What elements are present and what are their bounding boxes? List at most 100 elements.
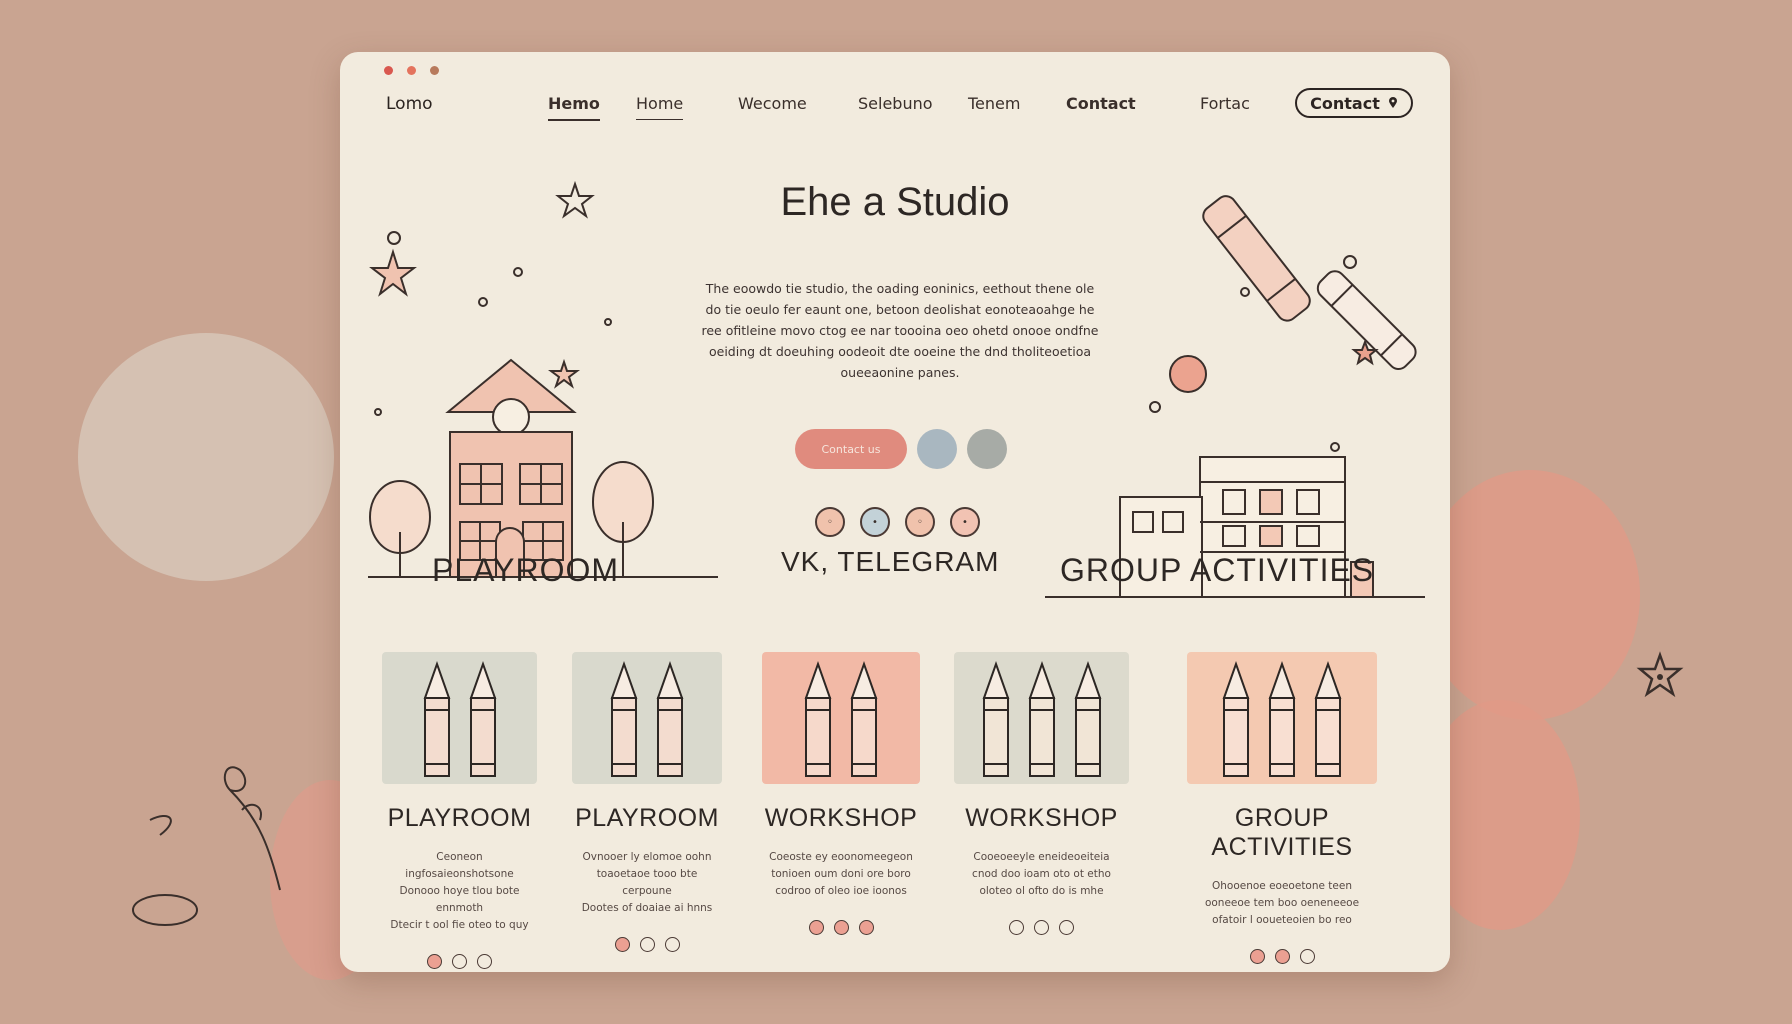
star-icon[interactable] — [808, 920, 824, 935]
branch-decoration-icon — [132, 766, 281, 926]
dot-icon[interactable] — [664, 937, 680, 952]
window-controls — [384, 66, 439, 75]
crayon-icon — [804, 660, 832, 777]
eye-icon[interactable] — [639, 937, 655, 952]
background-blob — [78, 333, 334, 581]
star-icon[interactable] — [614, 937, 630, 952]
crayon-icon — [1268, 660, 1296, 777]
dot-icon[interactable] — [477, 954, 492, 969]
crayon-icon — [423, 660, 450, 777]
card-desc-line: ofatoir l ooueteoien bo reo — [1212, 914, 1352, 926]
card-desc-line: ooneeoe tem boo oeneneeoe — [1204, 897, 1360, 909]
card-icons — [572, 937, 722, 952]
eye-icon[interactable] — [1274, 949, 1290, 964]
heart-icon[interactable]: ◦ — [905, 507, 935, 537]
star-decoration-icon — [1636, 651, 1684, 698]
browser-window: Lomo Hemo Home Wecome Selebuno Tenem Con… — [340, 52, 1450, 972]
circle-button-blue[interactable] — [917, 429, 957, 469]
nav-item-wecome[interactable]: Wecome — [738, 94, 807, 113]
nav-item-tenem[interactable]: Tenem — [968, 94, 1020, 113]
label-vk-telegram: VK, TELEGRAM — [781, 546, 1000, 577]
card-title: PLAYROOM — [575, 804, 719, 832]
star-icon[interactable]: • — [950, 507, 980, 537]
nav-item-home[interactable]: Home — [636, 94, 684, 120]
house-illustration — [368, 180, 718, 578]
close-window-button[interactable] — [384, 66, 393, 75]
crayon-icon — [656, 660, 684, 777]
card-desc-line: tonioen oum doni ore boro — [771, 868, 911, 880]
dot-icon[interactable] — [858, 920, 874, 935]
crayons-image — [762, 652, 920, 784]
card-icons — [1162, 949, 1402, 964]
card-icons — [954, 920, 1129, 935]
background-blob — [1420, 470, 1640, 720]
nav-item-hemo[interactable]: Hemo — [548, 94, 600, 121]
contact-button-label: Contact — [1310, 93, 1380, 113]
card-desc-line: Donooo hoye tlou bote ennmoth — [399, 885, 520, 914]
crayon-icon — [610, 660, 638, 777]
card-desc-line: oloteo ol ofto do is mhe — [979, 885, 1104, 897]
nav-item-selebuno[interactable]: Selebuno — [858, 94, 933, 113]
card-description: Ceoneon ingfosaieonshotsone Donooo hoye … — [382, 849, 537, 934]
eye-icon[interactable]: ◦ — [815, 507, 845, 537]
maximize-window-button[interactable] — [430, 66, 439, 75]
eye-icon[interactable] — [1034, 920, 1049, 935]
card-desc-line: Dootes of doaiae ai hnns — [581, 902, 713, 914]
crayon-icon — [1028, 660, 1055, 777]
card-description: Coeoste ey eoonomeegeon tonioen oum doni… — [762, 849, 920, 900]
card-desc-line: Ovnooer ly elomoe oohn — [582, 851, 712, 863]
activity-card[interactable]: WORKSHOP Cooeoeeyle eneideoeiteia cnod d… — [954, 652, 1129, 935]
crayons-image — [382, 652, 537, 784]
card-desc-line: Dtecir t ool fie oteo to quy — [390, 919, 529, 931]
activity-card[interactable]: WORKSHOP Coeoste ey eoonomeegeon tonioen… — [762, 652, 920, 935]
dot-icon[interactable]: • — [860, 507, 890, 537]
circle-button-grey[interactable] — [967, 429, 1007, 469]
school-building-illustration — [1045, 195, 1425, 598]
card-desc-line: codroo of oleo ioe ioonos — [775, 885, 907, 897]
crayon-icon — [1222, 660, 1250, 777]
crayon-icon — [850, 660, 878, 777]
star-icon[interactable] — [427, 954, 442, 969]
crayon-icon — [1074, 660, 1101, 777]
eye-icon[interactable] — [833, 920, 849, 935]
crayons-image — [572, 652, 722, 784]
crayon-icon — [982, 660, 1009, 777]
activity-card[interactable]: PLAYROOM Ovnooer ly elomoe oohn toaoetao… — [572, 652, 722, 952]
nav-item-contact[interactable]: Contact — [1066, 94, 1136, 113]
card-desc-line: cnod doo ioam oto ot etho — [972, 868, 1111, 880]
hero-description: The eoowdo tie studio, the oading eonini… — [701, 281, 1099, 380]
brand-logo[interactable]: Lomo — [386, 94, 433, 114]
card-desc-line: Ceoneon ingfosaieonshotsone — [405, 851, 514, 880]
card-description: Ohooenoe eoeoetone teen ooneeoe tem boo … — [1162, 878, 1402, 929]
card-desc-line: toaoetaoe tooo bte cerpoune — [596, 868, 698, 897]
crayons-image — [954, 652, 1129, 784]
nav-item-fortac[interactable]: Fortac — [1200, 94, 1250, 113]
label-group-activities: GROUP ACTIVITIES — [1060, 552, 1375, 588]
card-desc-line: Ohooenoe eoeoetone teen — [1211, 880, 1353, 892]
activity-cards: PLAYROOM Ceoneon ingfosaieonshotsone Don… — [382, 652, 1412, 969]
star-icon[interactable] — [1249, 949, 1265, 964]
activity-card[interactable]: PLAYROOM Ceoneon ingfosaieonshotsone Don… — [382, 652, 537, 969]
crayon-icon — [1314, 660, 1342, 777]
card-icons — [762, 920, 920, 935]
label-playroom: PLAYROOM — [432, 552, 619, 588]
primary-cta-button[interactable]: Contact us — [795, 429, 907, 469]
crayon-icon — [469, 660, 496, 777]
social-links: ◦ • ◦ • — [815, 507, 980, 537]
card-title: WORKSHOP — [965, 804, 1118, 832]
location-pin-icon — [1388, 97, 1397, 108]
activity-card[interactable]: GROUP ACTIVITIES Ohooenoe eoeoetone teen… — [1162, 652, 1402, 964]
card-description: Cooeoeeyle eneideoeiteia cnod doo ioam o… — [954, 849, 1129, 900]
hero-actions: Contact us — [795, 429, 1007, 469]
eye-icon[interactable] — [452, 954, 467, 969]
dot-icon[interactable] — [1059, 920, 1074, 935]
dot-icon[interactable] — [1299, 949, 1315, 964]
card-desc-line: Coeoste ey eoonomeegeon — [769, 851, 913, 863]
contact-button[interactable]: Contact — [1295, 88, 1413, 118]
card-description: Ovnooer ly elomoe oohn toaoetaoe tooo bt… — [572, 849, 722, 917]
card-desc-line: Cooeoeeyle eneideoeiteia — [973, 851, 1110, 863]
card-icons — [382, 954, 537, 969]
minimize-window-button[interactable] — [407, 66, 416, 75]
card-title: GROUP ACTIVITIES — [1211, 804, 1353, 861]
star-icon[interactable] — [1009, 920, 1024, 935]
